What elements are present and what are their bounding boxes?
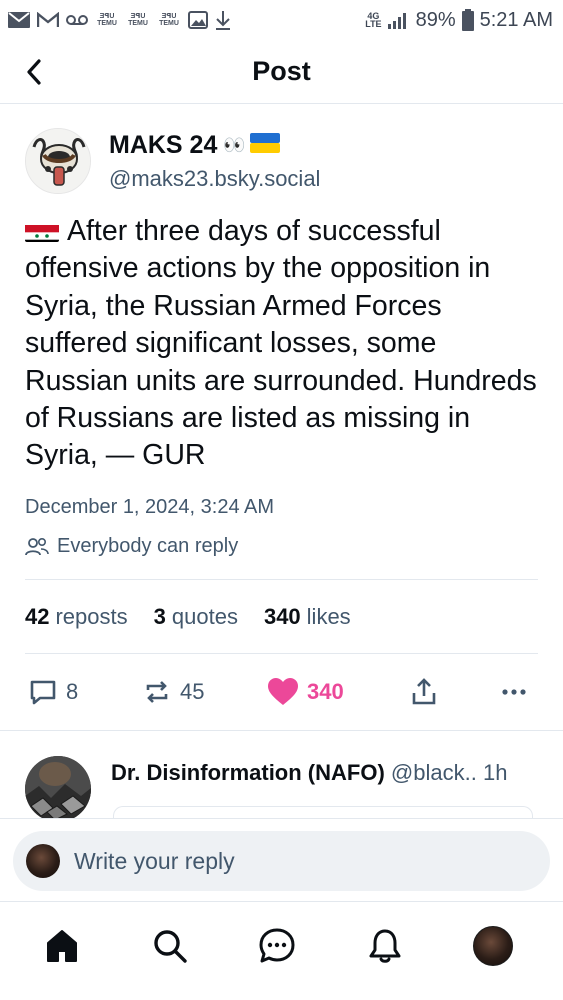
people-icon	[25, 537, 49, 555]
more-options-button[interactable]	[499, 677, 529, 707]
nav-home[interactable]	[40, 924, 84, 968]
quotes-label: quotes	[171, 604, 238, 629]
share-icon	[412, 678, 436, 705]
battery-percent: 89%	[415, 8, 456, 31]
reply-composer-bar: Write your reply	[0, 818, 563, 902]
reply-avatar[interactable]	[25, 756, 91, 822]
post-body: After three days of successful offensive…	[25, 213, 540, 475]
heart-filled-icon	[268, 678, 298, 705]
divider	[25, 653, 538, 654]
home-icon	[47, 930, 77, 962]
repost-count: 45	[180, 679, 205, 704]
nav-profile[interactable]	[471, 924, 515, 968]
page-title: Post	[252, 56, 311, 86]
likes-stat[interactable]: 340 likes	[264, 604, 351, 630]
temu-icon: ƎꟼU TEMU	[128, 13, 148, 27]
reply-time: 1h	[482, 760, 508, 785]
chat-icon	[259, 928, 295, 963]
thread-divider	[0, 730, 563, 731]
more-horizontal-icon	[502, 689, 526, 695]
quotes-stat[interactable]: 3 quotes	[154, 604, 238, 630]
syria-flag-icon	[25, 220, 59, 242]
comment-icon	[30, 680, 56, 705]
nav-chat[interactable]	[255, 924, 299, 968]
share-button[interactable]	[409, 677, 439, 707]
temu-icon: ƎꟼU TEMU	[159, 13, 179, 27]
image-icon	[188, 11, 208, 29]
status-bar: ƎꟼU TEMU ƎꟼU TEMU ƎꟼU TEMU 4G LTE 89% 5:21 A…	[0, 0, 563, 40]
eyes-emoji: 👀	[223, 135, 245, 155]
bottom-navigation	[0, 902, 563, 1000]
post-actions: 8 45 340	[25, 672, 533, 712]
nav-notifications[interactable]	[363, 924, 407, 968]
chevron-left-icon	[27, 59, 41, 85]
download-icon	[215, 10, 231, 30]
reply-composer[interactable]: Write your reply	[13, 831, 550, 891]
author-avatar[interactable]	[25, 128, 91, 194]
composer-placeholder[interactable]: Write your reply	[74, 848, 235, 875]
battery-icon	[461, 9, 474, 31]
ukraine-flag-icon	[249, 131, 280, 160]
post-timestamp: December 1, 2024, 3:24 AM	[25, 496, 275, 518]
gmail-icon	[37, 12, 59, 28]
reply-count: 8	[66, 679, 79, 704]
reposts-stat[interactable]: 42 reposts	[25, 604, 128, 630]
post-stats: 42 reposts 3 quotes 340 likes	[25, 604, 351, 630]
reposts-label: reposts	[55, 604, 128, 629]
post-header: Post	[0, 40, 563, 104]
reply-author-name[interactable]: Dr. Disinformation (NAFO)	[111, 760, 385, 785]
likes-count: 340	[263, 604, 301, 629]
nav-search[interactable]	[148, 924, 192, 968]
author-display-name[interactable]: MAKS 24 👀	[109, 131, 320, 160]
reply-setting: Everybody can reply	[25, 535, 238, 558]
repost-button[interactable]: 45	[142, 677, 204, 707]
author-handle[interactable]: @maks23.bsky.social	[109, 166, 320, 192]
divider	[25, 579, 538, 580]
signal-icon	[387, 11, 410, 29]
reposts-count: 42	[25, 604, 50, 629]
author-info: MAKS 24 👀 @maks23.bsky.social	[109, 131, 320, 192]
like-button[interactable]: 340	[267, 677, 344, 707]
post-author[interactable]: MAKS 24 👀 @maks23.bsky.social	[25, 128, 320, 194]
temu-icon: ƎꟼU TEMU	[97, 13, 117, 27]
email-icon	[8, 12, 30, 28]
repost-icon	[146, 681, 168, 703]
post-text: After three days of successful offensive…	[25, 215, 537, 472]
reply-setting-label: Everybody can reply	[57, 535, 239, 557]
search-icon	[154, 930, 187, 963]
quotes-count: 3	[153, 604, 166, 629]
reply-header: Dr. Disinformation (NAFO) @black.. 1h	[111, 760, 507, 786]
reply-author-handle[interactable]: @black..	[391, 760, 477, 785]
status-bar-notifications: ƎꟼU TEMU ƎꟼU TEMU ƎꟼU TEMU	[8, 10, 231, 30]
voicemail-icon	[66, 14, 88, 26]
profile-avatar	[473, 926, 513, 966]
user-avatar	[26, 844, 60, 878]
likes-label: likes	[306, 604, 351, 629]
status-bar-system: 4G LTE 89% 5:21 AM	[365, 9, 553, 32]
reply-button[interactable]: 8	[28, 677, 78, 707]
author-name-text: MAKS 24	[109, 131, 218, 159]
bell-icon	[369, 929, 401, 963]
network-4g-icon: 4G LTE	[365, 11, 382, 29]
like-count: 340	[307, 679, 344, 704]
back-button[interactable]	[18, 54, 50, 90]
clock: 5:21 AM	[479, 8, 553, 31]
